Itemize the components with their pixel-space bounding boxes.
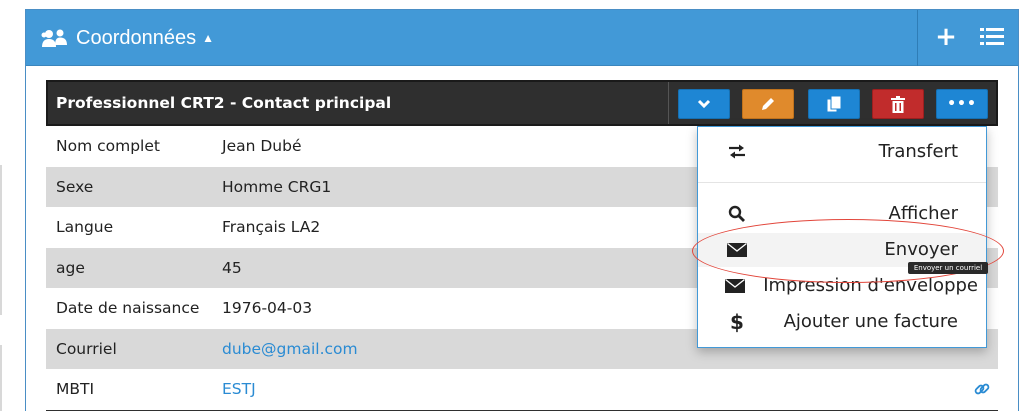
delete-button[interactable] [872,89,924,119]
field-label: Langue [56,218,114,236]
pencil-icon [762,98,774,110]
field-value: Homme CRG1 [222,177,332,196]
field-label: Sexe [56,177,94,196]
mbti-link[interactable]: ESTJ [222,369,256,409]
list-icon[interactable] [980,26,1004,48]
more-button[interactable]: ••• [936,89,988,119]
menu-item-transfert[interactable]: Transfert [698,135,986,169]
menu-item-label: Transfert [878,141,958,162]
field-value: Français LA2 [222,218,321,236]
menu-divider [698,182,986,183]
users-icon [41,29,67,47]
card-header-divider [668,82,669,124]
field-value: 1976-04-03 [222,299,313,317]
chevron-down-icon [697,99,711,109]
card-title: Professionnel CRT2 - Contact principal [56,94,392,112]
caret-up-icon: ▲ [202,31,214,45]
menu-item-ajouter-facture[interactable]: $ Ajouter une facture [698,305,986,339]
trash-icon [891,95,905,113]
plus-icon[interactable]: + [932,22,960,52]
field-label: Courriel [56,339,117,358]
panel-title-label: Coordonnées [76,26,197,49]
link-icon[interactable] [974,381,990,401]
copy-icon [826,95,842,113]
field-label: Nom complet [56,137,160,155]
field-label: Date de naissance [56,299,200,317]
panel-title[interactable]: Coordonnées ▲ [40,24,214,52]
exchange-icon [726,142,748,162]
background-panel-edge [0,345,2,411]
dollar-icon: $ [730,310,744,334]
envelope-icon [724,276,746,296]
field-label: age [56,258,85,277]
search-icon [726,204,748,224]
menu-item-label: Ajouter une facture [783,311,958,332]
field-row-mbti: MBTI ESTJ [46,369,998,410]
field-value: Jean Dubé [222,137,302,155]
collapse-button[interactable] [678,89,730,119]
panel-header: Coordonnées ▲ + [26,10,1018,66]
field-label: MBTI [56,380,95,398]
email-link[interactable]: dube@gmail.com [222,329,358,369]
background-panel-edge [0,165,2,315]
copy-button[interactable] [808,89,860,119]
card-header: Professionnel CRT2 - Contact principal •… [46,80,998,126]
envoyer-tooltip: Envoyer un courriel [908,262,988,274]
edit-button[interactable] [742,89,794,119]
header-divider [917,10,918,66]
field-value: 45 [222,258,242,277]
